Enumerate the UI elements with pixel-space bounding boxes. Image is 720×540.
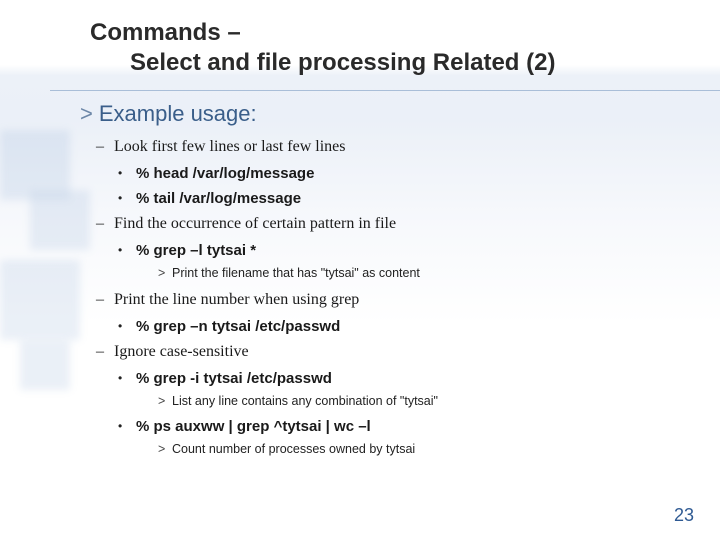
item-label: Find the occurrence of certain pattern i… <box>114 215 396 232</box>
command-text: % grep –l tytsai * <box>136 242 256 259</box>
list-item: % tail /var/log/message <box>118 187 670 210</box>
slide-title: Commands – Select and file processing Re… <box>90 18 670 78</box>
title-line-1: Commands – <box>90 19 241 46</box>
title-underline <box>50 90 720 91</box>
list-item: % grep –n tytsai /etc/passwd <box>118 315 670 338</box>
list-item: % grep -i tytsai /etc/passwd <box>118 367 670 390</box>
list-item: Print the line number when using grep <box>96 288 670 313</box>
page-number: 23 <box>674 505 694 526</box>
item-label: Look first few lines or last few lines <box>114 138 346 155</box>
list-item: Find the occurrence of certain pattern i… <box>96 212 670 237</box>
command-text: % head /var/log/message <box>136 165 314 182</box>
item-label: Ignore case-sensitive <box>114 343 249 360</box>
note-text: Print the filename that has "tytsai" as … <box>158 264 670 283</box>
list-item: Ignore case-sensitive <box>96 340 670 365</box>
command-text: % grep –n tytsai /etc/passwd <box>136 318 340 335</box>
command-text: % grep -i tytsai /etc/passwd <box>136 370 332 387</box>
note-text: Count number of processes owned by tytsa… <box>158 440 670 459</box>
chevron-icon: > <box>80 101 93 126</box>
item-label: Print the line number when using grep <box>114 291 359 308</box>
content-body: Look first few lines or last few lines %… <box>96 135 670 460</box>
note-text: List any line contains any combination o… <box>158 392 670 411</box>
list-item: % ps auxww | grep ^tytsai | wc –l <box>118 415 670 438</box>
title-line-2: Select and file processing Related (2) <box>90 48 670 78</box>
section-heading-text: Example usage: <box>99 101 257 126</box>
list-item: % grep –l tytsai * <box>118 239 670 262</box>
slide: Commands – Select and file processing Re… <box>0 0 720 540</box>
list-item: % head /var/log/message <box>118 162 670 185</box>
command-text: % ps auxww | grep ^tytsai | wc –l <box>136 418 371 435</box>
list-item: Look first few lines or last few lines <box>96 135 670 160</box>
section-heading: >Example usage: <box>80 101 670 127</box>
command-text: % tail /var/log/message <box>136 190 301 207</box>
